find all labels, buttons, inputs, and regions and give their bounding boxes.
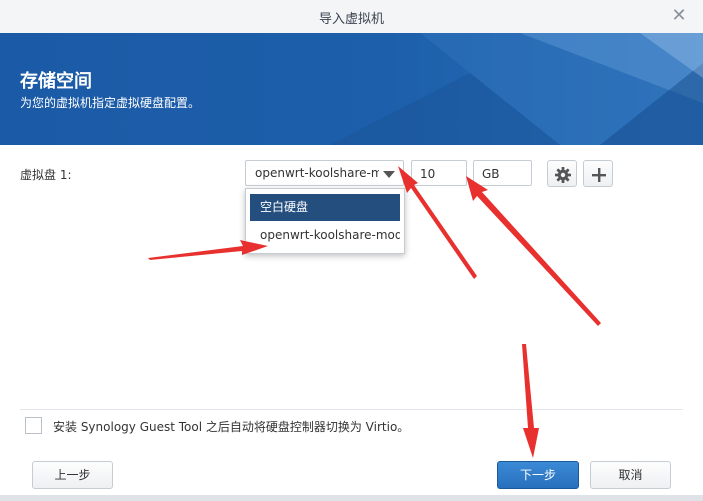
size-unit-value: GB <box>482 167 500 181</box>
next-button[interactable]: 下一步 <box>497 461 579 489</box>
dialog-title: 导入虚拟机 <box>318 12 384 27</box>
header-banner: 存储空间 为您的虚拟机指定虚拟硬盘配置。 <box>0 33 703 145</box>
disk-image-select[interactable]: openwrt-koolshare-mod <box>245 160 404 186</box>
arrow-to-size-icon <box>466 176 601 326</box>
cancel-button[interactable]: 取消 <box>590 461 671 489</box>
banner-decoration <box>330 33 703 145</box>
chevron-down-icon[interactable] <box>383 171 395 178</box>
background-strip <box>0 495 703 501</box>
guest-tool-label: 安装 Synology Guest Tool 之后自动将硬盘控制器切换为 Vir… <box>53 420 410 434</box>
previous-button[interactable]: 上一步 <box>32 461 113 489</box>
arrow-to-next-icon <box>522 344 539 458</box>
disk-size-input[interactable]: 10 <box>411 160 467 186</box>
close-icon[interactable]: ✕ <box>669 6 689 26</box>
add-disk-button[interactable] <box>583 160 613 187</box>
disk-settings-button[interactable] <box>547 160 577 187</box>
gear-icon <box>555 167 571 183</box>
dropdown-option-image[interactable]: openwrt-koolshare-mod <box>250 222 400 249</box>
plus-icon <box>592 168 606 182</box>
disk-image-value: openwrt-koolshare-mod <box>255 166 379 180</box>
dropdown-option-blank-disk[interactable]: 空白硬盘 <box>250 194 400 221</box>
divider <box>20 409 683 410</box>
section-subtitle: 为您的虚拟机指定虚拟硬盘配置。 <box>20 96 201 110</box>
title-bar: 导入虚拟机 ✕ <box>0 0 703 34</box>
disk-size-value: 10 <box>420 167 436 181</box>
disk-image-dropdown: 空白硬盘 openwrt-koolshare-mod <box>245 188 405 254</box>
guest-tool-checkbox[interactable] <box>25 417 42 434</box>
section-heading: 存储空间 <box>20 71 92 92</box>
size-unit-field[interactable]: GB <box>473 160 532 186</box>
virtual-disk-label: 虚拟盘 1: <box>20 168 72 182</box>
